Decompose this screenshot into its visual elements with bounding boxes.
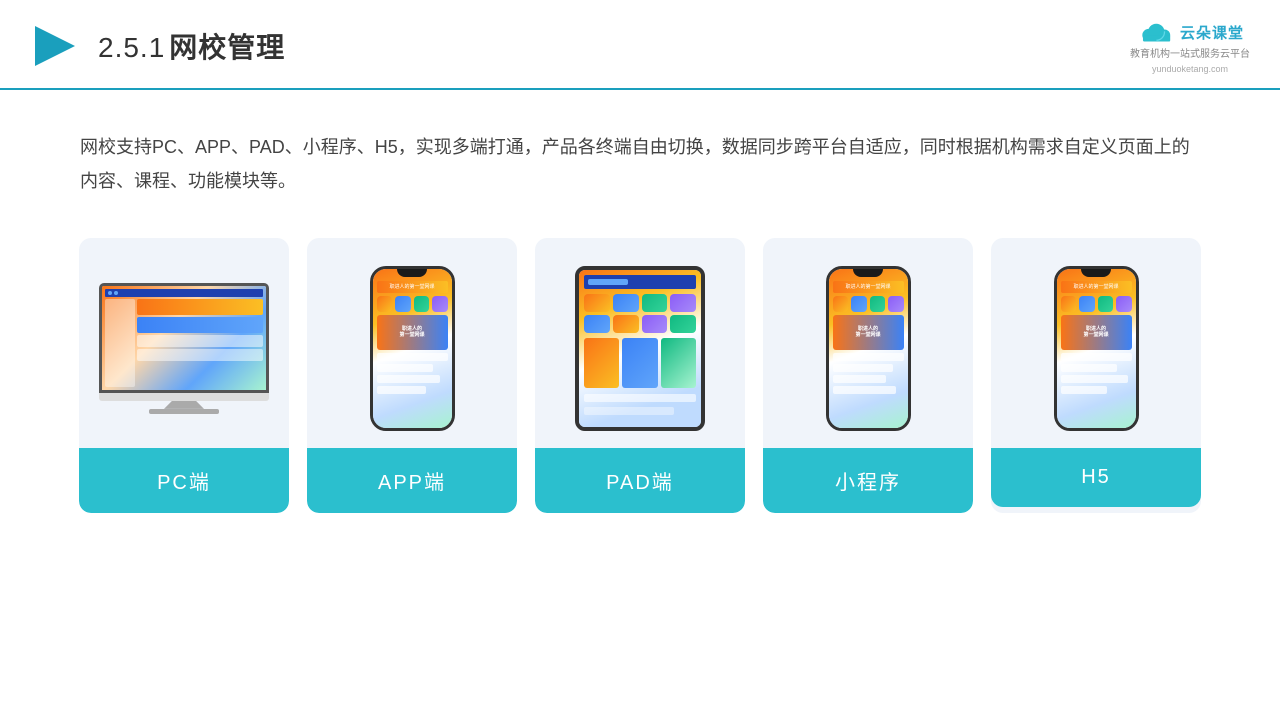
- card-pad-image: [535, 238, 745, 448]
- phone-notch: [397, 269, 427, 277]
- tablet-device: [575, 266, 705, 431]
- monitor-screen: [99, 283, 269, 393]
- header: 2.5.1网校管理 云朵课堂 教育机构一站式服务云平台 yunduoketang…: [0, 0, 1280, 90]
- logo-cloud: 云朵课堂: [1136, 18, 1244, 46]
- phone-app-device: 职进人的第一堂网课 职进人的第一堂网课: [370, 266, 455, 431]
- card-miniprogram-label: 小程序: [763, 448, 973, 513]
- card-miniprogram: 职进人的第一堂网课 职进人的第一堂网课: [763, 238, 973, 513]
- card-app-label: APP端: [307, 448, 517, 513]
- phone-mini-notch: [853, 269, 883, 277]
- phone-mini-device: 职进人的第一堂网课 职进人的第一堂网课: [826, 266, 911, 431]
- logo-tagline: 教育机构一站式服务云平台: [1130, 48, 1250, 62]
- cloud-logo-icon: [1136, 18, 1174, 46]
- card-pad: PAD端: [535, 238, 745, 513]
- header-left: 2.5.1网校管理: [30, 21, 285, 71]
- card-pc-label: PC端: [79, 448, 289, 513]
- logo-text: 云朵课堂: [1180, 22, 1244, 43]
- play-icon: [30, 21, 80, 71]
- description-text: 网校支持PC、APP、PAD、小程序、H5，实现多端打通，产品各终端自由切换，数…: [0, 90, 1280, 228]
- card-pc: PC端: [79, 238, 289, 513]
- monitor-device: [99, 283, 269, 414]
- page-title: 2.5.1网校管理: [98, 26, 285, 66]
- card-h5: 职进人的第一堂网课 职进人的第一堂网课: [991, 238, 1201, 513]
- logo-area: 云朵课堂 教育机构一站式服务云平台 yunduoketang.com: [1130, 18, 1250, 74]
- card-app: 职进人的第一堂网课 职进人的第一堂网课: [307, 238, 517, 513]
- logo-url: yunduoketang.com: [1152, 64, 1228, 74]
- phone-h5-device: 职进人的第一堂网课 职进人的第一堂网课: [1054, 266, 1139, 431]
- description-paragraph: 网校支持PC、APP、PAD、小程序、H5，实现多端打通，产品各终端自由切换，数…: [80, 130, 1200, 198]
- cards-section: PC端 职进人的第一堂网课 职进人的第一堂网课: [0, 228, 1280, 543]
- card-h5-label: H5: [991, 448, 1201, 507]
- card-miniprogram-image: 职进人的第一堂网课 职进人的第一堂网课: [763, 238, 973, 448]
- card-app-image: 职进人的第一堂网课 职进人的第一堂网课: [307, 238, 517, 448]
- card-h5-image: 职进人的第一堂网课 职进人的第一堂网课: [991, 238, 1201, 448]
- card-pc-image: [79, 238, 289, 448]
- card-pad-label: PAD端: [535, 448, 745, 513]
- phone-h5-notch: [1081, 269, 1111, 277]
